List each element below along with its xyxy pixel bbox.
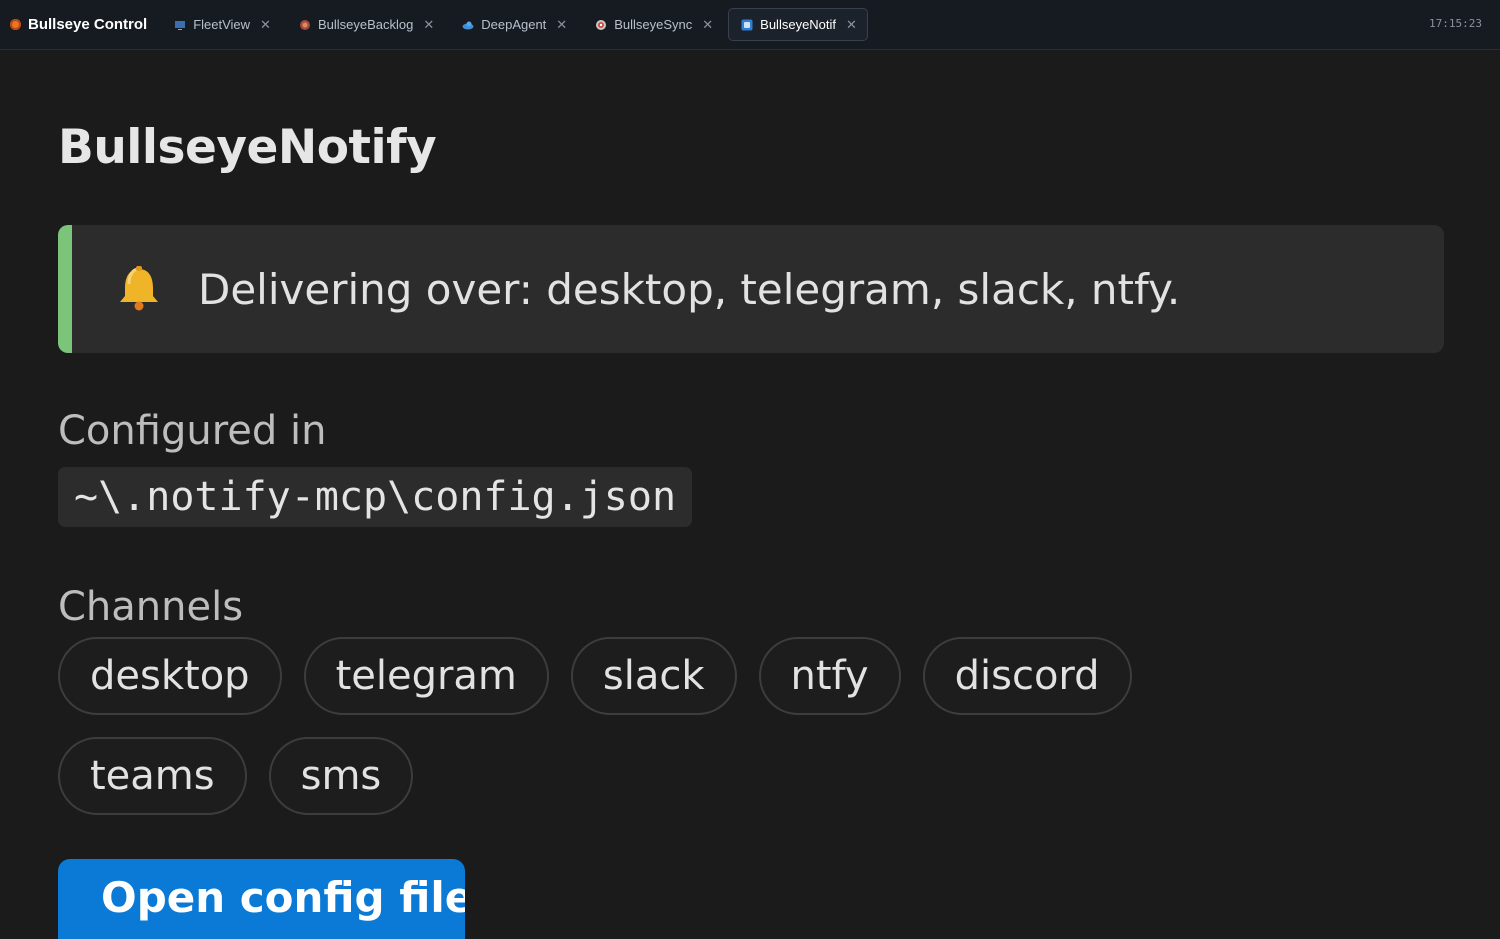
tab-label: FleetView [193, 17, 251, 32]
channel-chip-sms[interactable]: sms [268, 737, 414, 815]
close-icon[interactable]: ✕ [846, 18, 857, 31]
tab-deepagent[interactable]: DeepAgent ✕ [449, 8, 578, 41]
close-icon[interactable]: ✕ [260, 18, 271, 31]
title-bar: Bullseye Control FleetView ✕ BullseyeBac… [0, 0, 1500, 50]
tab-label: BullseyeNotif [760, 17, 837, 32]
tab-bullseyesync[interactable]: BullseyeSync ✕ [582, 8, 724, 41]
app-title-label: Bullseye Control [28, 16, 148, 33]
app-logo-icon [10, 19, 21, 30]
main-content: BullseyeNotify Delivering over: desktop,… [58, 50, 1444, 939]
channel-chip-teams[interactable]: teams [58, 737, 247, 815]
status-banner: Delivering over: desktop, telegram, slac… [58, 225, 1444, 353]
tab-label: DeepAgent [481, 17, 547, 32]
sync-icon [595, 19, 607, 31]
channel-chip-slack[interactable]: slack [570, 637, 737, 715]
close-icon[interactable]: ✕ [423, 18, 434, 31]
channel-list: desktop telegram slack ntfy discord team… [58, 637, 1358, 837]
config-path: ~\.notify-mcp\config.json [58, 467, 693, 527]
page-title: BullseyeNotify [58, 120, 437, 175]
tab-bullseyenotif[interactable]: BullseyeNotif ✕ [728, 8, 868, 41]
cloud-icon [462, 19, 474, 31]
clock: 17:15:23 [1429, 17, 1482, 30]
notify-icon [741, 19, 753, 31]
app-title: Bullseye Control [10, 16, 147, 33]
tab-label: BullseyeBacklog [317, 17, 414, 32]
tab-bullseyebacklog[interactable]: BullseyeBacklog ✕ [286, 8, 445, 41]
tab-fleetview[interactable]: FleetView ✕ [161, 8, 282, 41]
backlog-icon [299, 19, 311, 31]
bell-icon [120, 266, 158, 311]
close-icon[interactable]: ✕ [702, 18, 713, 31]
channel-chip-ntfy[interactable]: ntfy [758, 637, 901, 715]
open-config-button[interactable]: Open config file [58, 859, 465, 939]
config-label: Configured in [58, 408, 327, 454]
tab-label: BullseyeSync [614, 17, 693, 32]
close-icon[interactable]: ✕ [556, 18, 567, 31]
tab-strip: FleetView ✕ BullseyeBacklog ✕ DeepAgent … [161, 0, 872, 50]
channels-label: Channels [58, 584, 244, 630]
banner-text: Delivering over: desktop, telegram, slac… [198, 264, 1181, 314]
channel-chip-desktop[interactable]: desktop [58, 637, 282, 715]
channel-chip-telegram[interactable]: telegram [303, 637, 549, 715]
channel-chip-discord[interactable]: discord [922, 637, 1132, 715]
monitor-icon [174, 19, 186, 31]
